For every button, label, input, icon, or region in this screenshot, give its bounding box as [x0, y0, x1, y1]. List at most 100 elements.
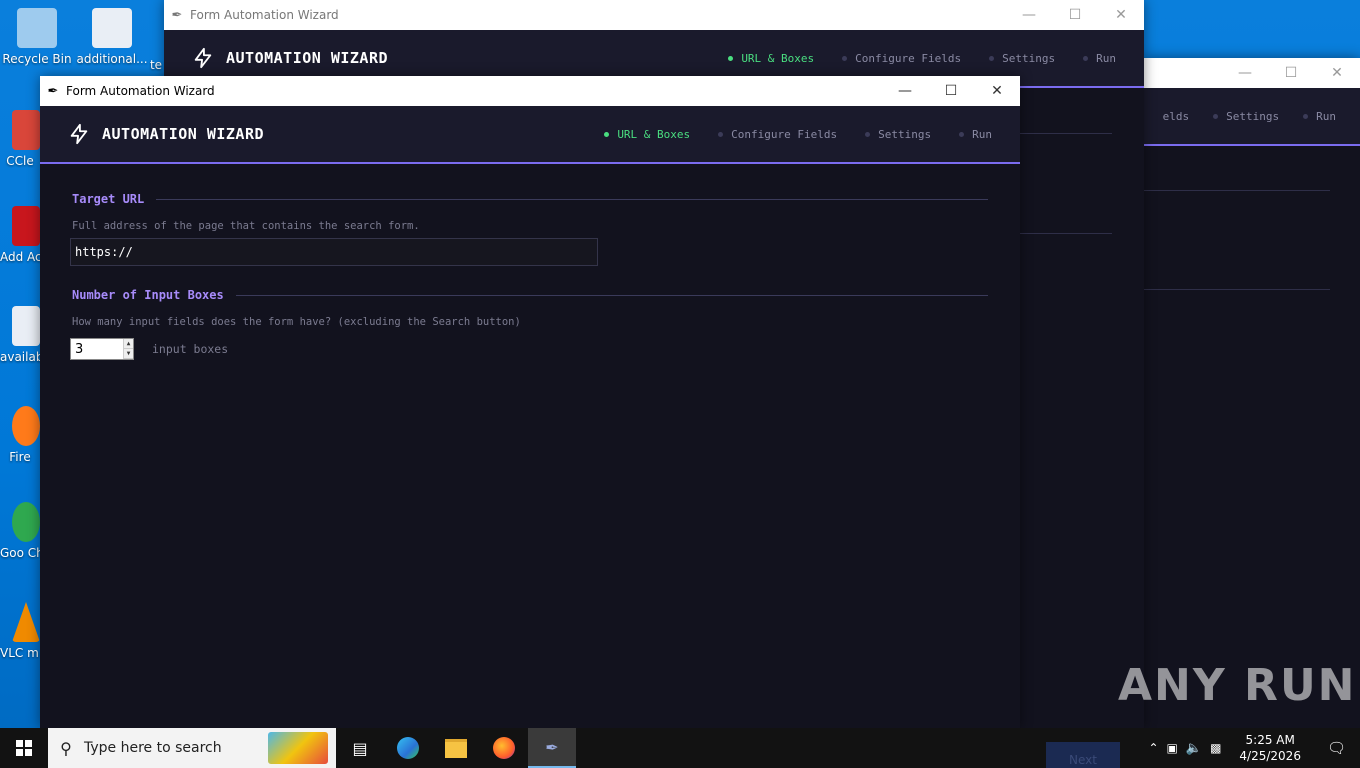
anyrun-watermark: ANY RUN	[1118, 660, 1357, 711]
desktop-icon-firefox[interactable]: Fire	[0, 406, 40, 464]
app-brand: AUTOMATION WIZARD	[226, 49, 389, 67]
meet-now-icon[interactable]: ▣	[1167, 741, 1178, 755]
feather-icon: ✒	[171, 7, 183, 23]
step-dot-icon	[1083, 55, 1089, 61]
desktop-icon-partial[interactable]: te	[148, 58, 164, 72]
taskbar-firefox[interactable]	[480, 728, 528, 768]
window-title: Form Automation Wizard	[190, 8, 339, 22]
desktop-icon-label: Fire	[9, 450, 31, 464]
step-settings[interactable]: Settings	[989, 52, 1055, 65]
spin-up-icon[interactable]: ▲	[124, 339, 133, 349]
desktop-icon-recycle-bin[interactable]: Recycle Bin	[1, 8, 73, 66]
acrobat-icon	[12, 206, 40, 246]
folder-icon	[445, 738, 467, 758]
clock-date: 4/25/2026	[1239, 749, 1301, 763]
app-header: elds Settings Run	[1144, 88, 1360, 146]
step-dot-icon	[989, 55, 995, 61]
step-configure-fields[interactable]: Configure Fields	[718, 128, 837, 141]
section-heading: Number of Input Boxes	[72, 288, 224, 302]
volume-icon[interactable]: 🔈	[1186, 741, 1202, 756]
maximize-icon[interactable]: ☐	[928, 76, 974, 106]
minimize-icon[interactable]: —	[882, 76, 928, 106]
section-input-boxes: Number of Input Boxes	[72, 288, 988, 302]
image-file-icon	[12, 306, 40, 346]
third-window[interactable]: — ☐ ✕ elds Settings Run	[1144, 58, 1360, 728]
search-placeholder: Type here to search	[84, 740, 222, 756]
close-icon[interactable]: ✕	[974, 76, 1020, 106]
task-view-button[interactable]: ▤	[336, 728, 384, 768]
title-bar[interactable]: ✒ Form Automation Wizard — ☐ ✕	[40, 76, 1020, 106]
chevron-up-icon[interactable]: ⌃	[1148, 741, 1158, 755]
step-configure-fields[interactable]: Configure Fields	[842, 52, 961, 65]
taskbar: ⚲ Type here to search ▤ ✒ Next ⌃ ▣ 🔈 ▩ 5…	[0, 728, 1360, 768]
desktop-icon-label: VLC m play	[0, 646, 40, 660]
wizard-content: Target URL Full address of the page that…	[40, 164, 1020, 360]
desktop-icon-vlc[interactable]: VLC m play	[0, 602, 40, 660]
section-hint: How many input fields does the form have…	[72, 316, 521, 328]
step-dot-icon	[1303, 113, 1309, 119]
firefox-icon	[12, 406, 40, 446]
lightning-icon	[194, 47, 212, 69]
section-target-url: Target URL	[72, 192, 988, 206]
taskbar-file-explorer[interactable]	[432, 728, 480, 768]
front-window[interactable]: ✒ Form Automation Wizard — ☐ ✕ AUTOMATIO…	[40, 76, 1020, 728]
divider	[1020, 133, 1112, 134]
desktop-icon-label: additional...	[76, 52, 148, 66]
search-icon: ⚲	[60, 738, 72, 758]
divider	[1144, 289, 1330, 290]
divider	[235, 294, 988, 296]
minimize-icon[interactable]: —	[1006, 0, 1052, 30]
title-bar[interactable]: — ☐ ✕	[1144, 58, 1360, 88]
desktop-icon-label: te	[149, 58, 163, 72]
vlc-icon	[12, 602, 40, 642]
next-button[interactable]: Next	[1046, 742, 1120, 768]
step-run[interactable]: Run	[1303, 110, 1336, 123]
firefox-icon	[493, 737, 515, 759]
step-dot-icon	[728, 55, 734, 61]
divider	[1144, 190, 1330, 191]
step-url-boxes[interactable]: URL & Boxes	[728, 52, 814, 65]
taskbar-edge[interactable]	[384, 728, 432, 768]
network-icon[interactable]: ▩	[1210, 741, 1221, 755]
desktop-icon-available[interactable]: availab	[0, 306, 40, 364]
spin-down-icon[interactable]: ▼	[124, 349, 133, 359]
divider	[1020, 233, 1112, 234]
ccleaner-icon	[12, 110, 40, 150]
step-settings[interactable]: Settings	[865, 128, 931, 141]
section-hint: Full address of the page that contains t…	[72, 220, 420, 232]
desktop-icon-additional[interactable]: additional...	[76, 8, 148, 66]
step-dot-icon	[1213, 113, 1219, 119]
step-dot-icon	[718, 131, 724, 137]
taskbar-python-app[interactable]: ✒	[528, 728, 576, 768]
input-boxes-suffix: input boxes	[152, 342, 229, 356]
desktop-icon-acrobat[interactable]: Add Acro	[0, 206, 40, 264]
maximize-icon[interactable]: ☐	[1268, 58, 1314, 88]
close-icon[interactable]: ✕	[1098, 0, 1144, 30]
step-settings[interactable]: Settings	[1213, 110, 1279, 123]
maximize-icon[interactable]: ☐	[1052, 0, 1098, 30]
step-run[interactable]: Run	[1083, 52, 1116, 65]
notifications-icon[interactable]: 🗨	[1319, 739, 1354, 757]
desktop-icon-label: availab	[0, 350, 40, 364]
input-boxes-count[interactable]	[71, 339, 123, 359]
desktop-icon-label: Recycle Bin	[2, 52, 72, 66]
chrome-icon	[12, 502, 40, 542]
search-highlight-icon	[268, 732, 328, 764]
app-brand: AUTOMATION WIZARD	[102, 125, 265, 143]
step-configure-fields[interactable]: elds	[1163, 110, 1190, 123]
title-bar[interactable]: ✒ Form Automation Wizard — ☐ ✕	[164, 0, 1144, 30]
minimize-icon[interactable]: —	[1222, 58, 1268, 88]
step-dot-icon	[604, 131, 610, 137]
step-url-boxes[interactable]: URL & Boxes	[604, 128, 690, 141]
target-url-input[interactable]	[70, 238, 598, 266]
input-boxes-spinbox[interactable]: ▲ ▼	[70, 338, 134, 360]
app-header: AUTOMATION WIZARD URL & Boxes Configure …	[40, 106, 1020, 164]
start-button[interactable]	[0, 728, 48, 768]
close-icon[interactable]: ✕	[1314, 58, 1360, 88]
step-run[interactable]: Run	[959, 128, 992, 141]
taskbar-clock[interactable]: 5:25 AM 4/25/2026	[1229, 732, 1311, 764]
feather-icon: ✒	[47, 83, 59, 99]
desktop-icon-chrome[interactable]: Goo Chro	[0, 502, 40, 560]
desktop-icon-ccleaner[interactable]: CCle	[0, 110, 40, 168]
taskbar-search[interactable]: ⚲ Type here to search	[48, 728, 336, 768]
